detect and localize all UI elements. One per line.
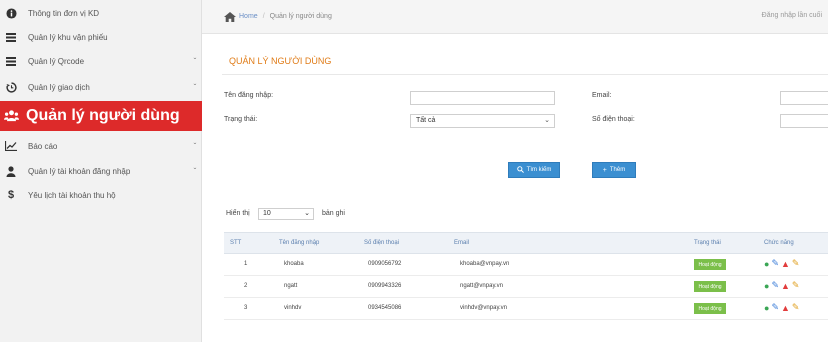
username-input[interactable] <box>410 91 555 105</box>
plus-icon: + <box>602 166 607 174</box>
cell-username: vinhdv <box>284 305 302 311</box>
row-actions: ● ✎ ▲ ✎ <box>764 302 799 313</box>
status-badge: Hoạt động <box>694 281 726 292</box>
sidebar: Thông tin đơn vị KD Quản lý khu vận phiế… <box>0 0 202 342</box>
cell-username: ngatt <box>284 283 298 289</box>
status-select[interactable]: Tất cả ⌄ <box>410 114 555 128</box>
sidebar-item-label: Quản lý giao dịch <box>28 82 90 92</box>
table-row: 1 khoaba 0909056792 khoaba@vnpay.vn Hoạt… <box>224 254 828 276</box>
column-header[interactable]: Trạng thái <box>694 240 721 246</box>
sidebar-item-collection-accounts[interactable]: $ Yêu lịch tài khoản thu hộ <box>0 184 202 206</box>
breadcrumb-current: Quản lý người dùng <box>269 13 332 20</box>
column-header[interactable]: Tên đăng nhập <box>279 240 319 246</box>
sidebar-item-unit-info[interactable]: Thông tin đơn vị KD <box>0 2 202 24</box>
column-header[interactable]: Chức năng <box>764 240 794 246</box>
column-header[interactable]: STT <box>230 240 241 246</box>
home-icon[interactable] <box>224 11 236 22</box>
status-badge: Hoạt động <box>694 259 726 270</box>
list-icon <box>0 56 22 66</box>
info-icon[interactable]: ● <box>764 303 769 313</box>
email-input[interactable] <box>780 91 828 105</box>
sidebar-item-label: Thông tin đơn vị KD <box>28 8 100 18</box>
history-icon <box>0 81 22 93</box>
search-button-label: Tìm kiếm <box>526 167 552 173</box>
show-entries-prefix: Hiển thị <box>226 210 250 217</box>
info-icon <box>0 7 22 19</box>
key-icon[interactable]: ✎ <box>792 302 800 313</box>
cell-email: khoaba@vnpay.vn <box>460 261 510 267</box>
show-entries-suffix: bản ghi <box>322 210 345 217</box>
cell-phone: 0909943326 <box>368 283 402 289</box>
breadcrumb-separator: / <box>262 13 265 20</box>
edit-icon[interactable]: ✎ <box>771 302 779 313</box>
sidebar-item-label: Quản lý khu vận phiếu <box>28 32 108 42</box>
sidebar-item-label: Quản lý Qrcode <box>28 56 85 66</box>
username-label: Tên đăng nhập: <box>224 92 274 99</box>
chevron-down-icon: ⌄ <box>304 210 310 217</box>
chevron-down-icon: ⌄ <box>544 117 550 124</box>
page-size-value: 10 <box>263 210 271 217</box>
sidebar-item-users[interactable]: Quản lý người dùng <box>0 101 202 131</box>
key-icon[interactable]: ✎ <box>792 258 800 269</box>
chevron-down-icon: ˇ <box>193 166 197 176</box>
sidebar-item-transactions[interactable]: Quản lý giao dịch ˇ <box>0 76 202 98</box>
column-header[interactable]: Email <box>454 240 469 246</box>
cell-email: vinhdv@vnpay.vn <box>460 305 508 311</box>
sidebar-item-reports[interactable]: Báo cáo ˇ <box>0 135 202 157</box>
list-icon <box>0 32 22 42</box>
sidebar-item-qrcode[interactable]: Quản lý Qrcode ˇ <box>0 50 202 72</box>
sidebar-item-label: Quản lý tài khoản đăng nhập <box>28 166 131 176</box>
lock-icon[interactable]: ▲ <box>781 303 790 313</box>
user-icon <box>0 165 22 177</box>
sidebar-item-vouchers[interactable]: Quản lý khu vận phiếu <box>0 26 202 48</box>
phone-label: Số điện thoại: <box>592 116 635 123</box>
cell-email: ngatt@vnpay.vn <box>460 283 504 289</box>
breadcrumb-bar: Home / Quản lý người dùng Đăng nhập lần … <box>202 0 828 34</box>
cell-username: khoaba <box>284 261 304 267</box>
status-label: Trạng thái: <box>224 116 258 123</box>
status-select-value: Tất cả <box>416 117 436 124</box>
table-row: 3 vinhdv 0934545086 vinhdv@vnpay.vn Hoạt… <box>224 298 828 320</box>
status-badge: Hoạt động <box>694 303 726 314</box>
row-actions: ● ✎ ▲ ✎ <box>764 258 799 269</box>
sidebar-item-label: Yêu lịch tài khoản thu hộ <box>28 190 116 200</box>
chevron-down-icon: ˇ <box>193 141 197 151</box>
cell-stt: 3 <box>244 305 248 311</box>
table-row: 2 ngatt 0909943326 ngatt@vnpay.vn Hoạt đ… <box>224 276 828 298</box>
sidebar-item-label: Quản lý người dùng <box>26 107 180 124</box>
cell-phone: 0934545086 <box>368 305 402 311</box>
edit-icon[interactable]: ✎ <box>771 258 779 269</box>
add-button[interactable]: + Thêm <box>592 162 636 178</box>
row-actions: ● ✎ ▲ ✎ <box>764 280 799 291</box>
phone-input[interactable] <box>780 114 828 128</box>
edit-icon[interactable]: ✎ <box>771 280 779 291</box>
email-label: Email: <box>592 92 612 99</box>
search-icon <box>516 165 524 175</box>
page-size-select[interactable]: 10 ⌄ <box>258 208 314 220</box>
chart-icon <box>0 141 22 151</box>
lock-icon[interactable]: ▲ <box>781 281 790 291</box>
title-divider <box>222 74 828 75</box>
cell-stt: 2 <box>244 283 248 289</box>
table-header: STT Tên đăng nhập Số điện thoại Email Tr… <box>224 232 828 254</box>
sidebar-item-label: Báo cáo <box>28 141 58 151</box>
chevron-down-icon: ˇ <box>193 56 197 66</box>
chevron-down-icon: ˇ <box>193 82 197 92</box>
info-icon[interactable]: ● <box>764 259 769 269</box>
dollar-icon: $ <box>7 189 15 201</box>
add-button-label: Thêm <box>609 167 626 173</box>
lock-icon[interactable]: ▲ <box>781 259 790 269</box>
cell-stt: 1 <box>244 261 248 267</box>
users-icon <box>0 109 22 123</box>
breadcrumb-home-link[interactable]: Home <box>239 13 258 20</box>
page-title: QUẢN LÝ NGƯỜI DÙNG <box>229 56 332 66</box>
sidebar-item-login-accounts[interactable]: Quản lý tài khoản đăng nhập ˇ <box>0 160 202 182</box>
key-icon[interactable]: ✎ <box>792 280 800 291</box>
search-button[interactable]: Tìm kiếm <box>508 162 560 178</box>
last-login-text: Đăng nhập lần cuối <box>761 12 822 19</box>
cell-phone: 0909056792 <box>368 261 402 267</box>
column-header[interactable]: Số điện thoại <box>364 240 399 246</box>
info-icon[interactable]: ● <box>764 281 769 291</box>
